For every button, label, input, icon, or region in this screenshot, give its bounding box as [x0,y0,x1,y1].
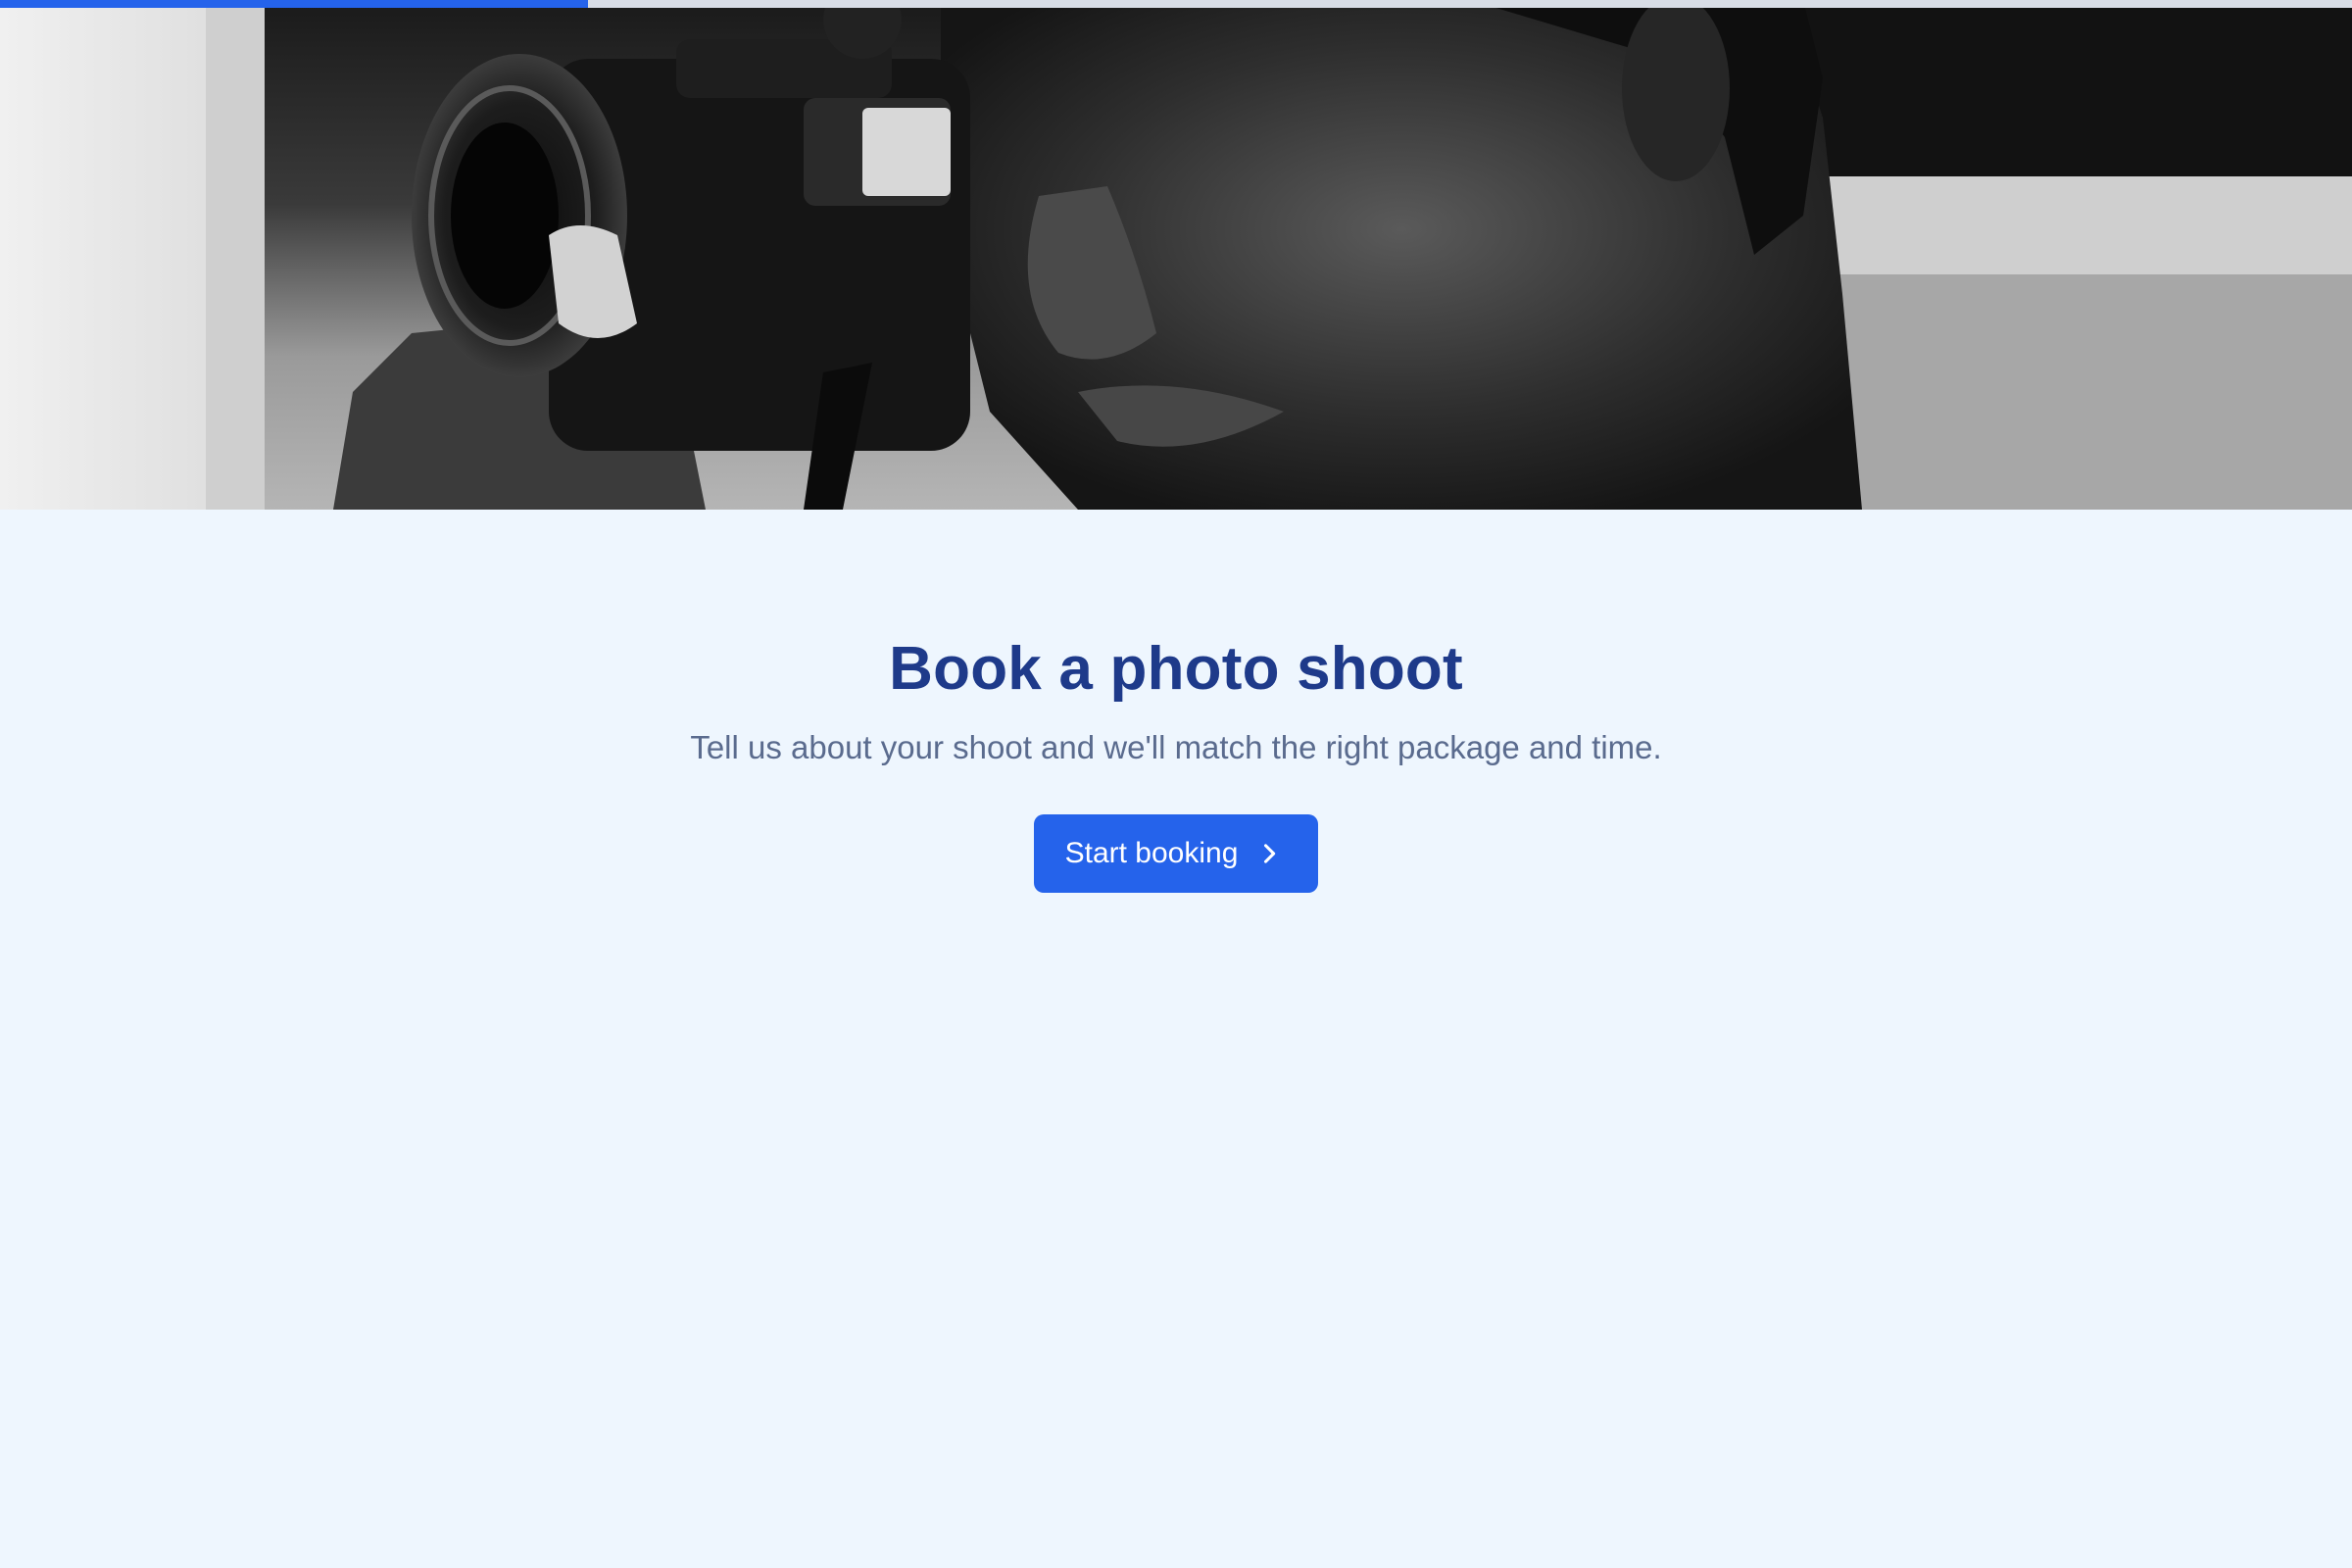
booking-intro: Book a photo shoot Tell us about your sh… [0,510,2352,894]
chevron-right-icon [1255,840,1283,867]
start-booking-button[interactable]: Start booking [1033,814,1319,894]
start-booking-label: Start booking [1064,837,1239,870]
booking-page: Book a photo shoot Tell us about your sh… [0,0,2352,1568]
progress-bar [0,0,2352,8]
page-subtitle: Tell us about your shoot and we'll match… [690,729,1662,766]
progress-bar-fill [0,0,588,8]
photographer-photo [0,0,2352,510]
hero-image [0,0,2352,510]
page-title: Book a photo shoot [889,635,1463,703]
